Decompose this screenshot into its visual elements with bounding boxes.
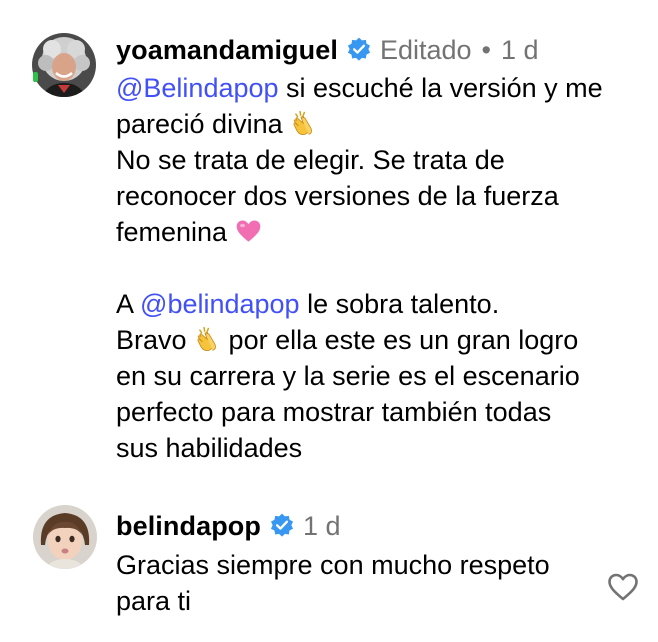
text-span: si escuché la versión y me	[278, 73, 603, 103]
pink-heart-emoji	[236, 220, 260, 242]
meta-separator: •	[481, 35, 491, 65]
avatar[interactable]	[33, 505, 97, 569]
timestamp[interactable]: 1 d	[501, 34, 539, 66]
text-span: por ella este es un gran logro	[221, 325, 579, 355]
text-span: A	[116, 289, 141, 319]
mention-link[interactable]: @belindapop	[140, 289, 300, 319]
comment-line: A @belindapop le sobra talento.	[116, 286, 646, 322]
comment-line: en su carrera y la serie es el escenario	[116, 358, 646, 394]
verified-badge-icon	[347, 37, 371, 61]
avatar[interactable]	[32, 33, 96, 97]
text-span: Gracias siempre con mucho respeto	[116, 550, 550, 580]
clapping-hands-emoji	[197, 326, 217, 352]
comment-text: @Belindapop si escuché la versión y me p…	[116, 70, 646, 466]
text-span: para ti	[116, 586, 192, 616]
verified-badge-icon	[270, 513, 294, 537]
text-span: en su carrera y la serie es el escenario	[116, 361, 580, 391]
comment-header: belindapop 1 d	[116, 510, 341, 542]
clapping-hands-emoji	[293, 110, 313, 136]
mention-link[interactable]: @Belindapop	[116, 73, 279, 103]
edited-label: Editado	[379, 35, 472, 65]
text-span: reconocer dos versiones de la fuerza	[116, 181, 559, 211]
comment-line: Bravo por ella este es un gran logro	[116, 322, 646, 358]
comment-line: @Belindapop si escuché la versión y me	[116, 70, 646, 106]
comment-line: sus habilidades	[116, 430, 646, 466]
comment-header: yoamandamiguel Editado • 1 d	[116, 34, 539, 66]
text-span: perfecto para mostrar también todas	[116, 397, 552, 427]
comments-section: yoamandamiguel Editado • 1 d @Belindapop…	[0, 0, 658, 642]
online-indicator	[33, 72, 38, 82]
comment-item: yoamandamiguel Editado • 1 d @Belindapop…	[0, 0, 658, 492]
text-span: pareció divina	[116, 109, 291, 139]
comment-line: reconocer dos versiones de la fuerza	[116, 178, 646, 214]
text-span: sus habilidades	[116, 433, 303, 463]
comment-line: perfecto para mostrar también todas	[116, 394, 646, 430]
avatar-image-yoamandamiguel	[32, 33, 96, 97]
comment-line: femenina	[116, 214, 646, 250]
comment-line: No se trata de elegir. Se trata de	[116, 142, 646, 178]
comment-text: Gracias siempre con mucho respeto para t…	[116, 547, 596, 619]
text-span: le sobra talento.	[299, 289, 500, 319]
text-span: femenina	[116, 217, 235, 247]
avatar-image-belindapop	[33, 505, 97, 569]
like-button[interactable]	[607, 572, 639, 602]
username-link[interactable]: yoamandamiguel	[116, 34, 338, 66]
text-span: Bravo	[116, 325, 195, 355]
comment-line: Gracias siempre con mucho respeto	[116, 547, 596, 583]
comment-line: pareció divina	[116, 106, 646, 142]
heart-outline-icon	[608, 573, 638, 601]
comment-line: para ti	[116, 583, 596, 619]
text-span: No se trata de elegir. Se trata de	[116, 145, 505, 175]
username-link[interactable]: belindapop	[116, 510, 261, 542]
comment-item: belindapop 1 d Gracias siempre con mucho…	[0, 492, 658, 642]
timestamp[interactable]: 1 d	[303, 510, 341, 542]
